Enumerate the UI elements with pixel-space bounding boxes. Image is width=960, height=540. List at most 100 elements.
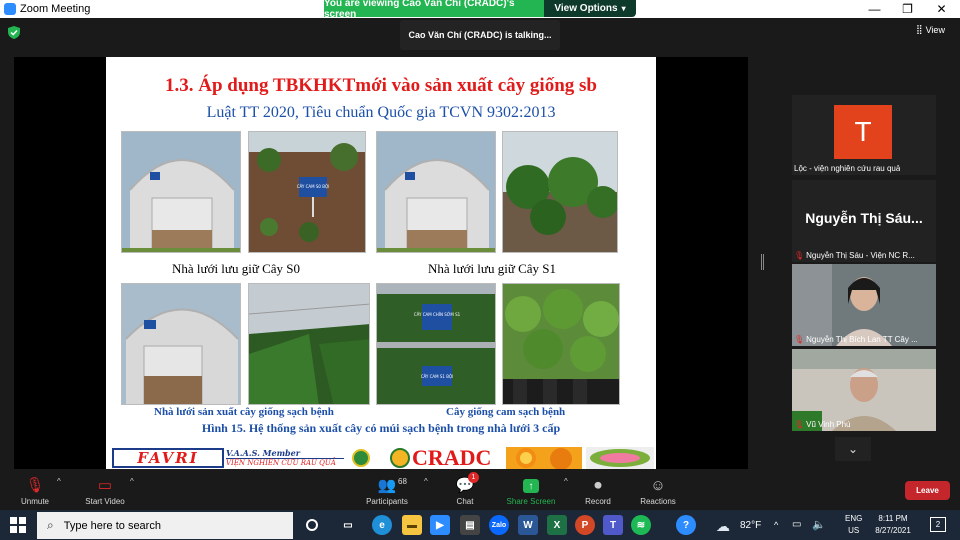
caption-s0: Nhà lưới lưu giữ Cây S0 <box>172 261 301 276</box>
greenhouse-photo-s1 <box>376 131 496 253</box>
security-shield-icon[interactable] <box>8 26 20 39</box>
app-window-icon[interactable]: ▤ <box>460 515 480 535</box>
view-label: View <box>925 24 945 35</box>
windows-start-icon[interactable] <box>10 517 26 533</box>
favri-logo: FAVRI <box>112 448 224 468</box>
restore-button[interactable]: ❐ <box>891 0 924 18</box>
mic-muted-icon: 🎙 <box>794 251 805 260</box>
participant-video <box>792 264 936 346</box>
citrus-trees-photo-s1 <box>502 131 618 253</box>
seedling-sign-bottom-text: CÂY CAM S1 BỘI <box>421 374 454 379</box>
close-button[interactable]: ✕ <box>925 0 958 18</box>
scroll-down-button[interactable]: ⌄ <box>835 437 871 461</box>
institute-text: VIỆN NGHIÊN CỨU RAU QUẢ <box>226 458 344 467</box>
spotify-icon[interactable]: ≋ <box>631 515 651 535</box>
seedling-rows-photo <box>248 283 370 405</box>
participant-video <box>792 349 936 431</box>
participant-tile[interactable]: Nguyễn Thị Sáu... 🎙 Nguyễn Thị Sáu - Viện… <box>792 180 936 262</box>
participant-name: 🎙 Vũ Vinh Phú <box>794 420 851 429</box>
participant-display-name: Nguyễn Thị Sáu... <box>805 210 923 226</box>
active-speaker-indicator: Cao Văn Chí (CRADC) is talking... <box>400 20 560 50</box>
file-explorer-icon[interactable]: ▬ <box>402 515 422 535</box>
grid-icon: ⣿ <box>916 24 923 34</box>
participant-name: 🎙 Nguyễn Thị Bích Lan TT Cây ... <box>794 335 918 344</box>
panel-resize-handle[interactable] <box>761 254 764 270</box>
taskbar-search-box[interactable]: ⌕ Type here to search <box>37 512 293 539</box>
greenhouse-photo-s0 <box>121 131 241 253</box>
leave-button[interactable]: Leave <box>905 481 950 500</box>
slide-subtitle: Luật TT 2020, Tiêu chuẩn Quốc gia TCVN 9… <box>206 104 556 121</box>
audio-options-caret-icon[interactable]: ^ <box>57 477 61 486</box>
chevron-down-icon: ⌄ <box>847 442 859 456</box>
record-icon: ⏺ <box>594 477 602 494</box>
video-off-icon: ▭ <box>97 477 113 494</box>
participant-tile[interactable]: T Lộc - viện nghiên cứu rau quả <box>792 95 936 175</box>
search-placeholder: Type here to search <box>63 519 161 532</box>
reactions-button[interactable]: ☺ Reactions <box>623 469 693 510</box>
network-icon[interactable]: ▭ <box>792 519 801 530</box>
seedling-sign-top-text: CÂY CAM CHÍN SỚM S1 <box>414 312 461 317</box>
greenhouse-photo-nursery <box>121 283 241 405</box>
search-icon: ⌕ <box>47 518 54 532</box>
show-hidden-icons-chevron-icon[interactable]: ^ <box>774 520 778 530</box>
presentation-slide: 1.3. Áp dụng TBKHKTmới vào sản xuất cây … <box>106 57 656 469</box>
cradc-logo-text: CRADC <box>412 445 492 470</box>
participant-name: 🎙 Nguyễn Thị Sáu - Viện NC R... <box>794 251 915 260</box>
edge-browser-icon[interactable]: e <box>372 515 392 535</box>
meeting-toolbar: 🎙 Unmute ^ ▭ Start Video ^ 👥 Participant… <box>0 469 960 510</box>
zoom-taskbar-icon[interactable]: ▶ <box>430 515 450 535</box>
view-button[interactable]: ⣿ View <box>916 24 945 35</box>
plant-sign-text: CÂY CAM S0 BỘI <box>297 184 330 189</box>
seedling-beds-photo: CÂY CAM CHÍN SỚM S1 CÂY CAM S1 BỘI <box>376 283 496 405</box>
orange-fruit-image <box>506 447 582 469</box>
unmute-button[interactable]: 🎙 Unmute <box>0 469 70 510</box>
teams-icon[interactable]: T <box>603 515 623 535</box>
participant-video-tile[interactable]: 🎙 Nguyễn Thị Bích Lan TT Cây ... <box>792 264 936 346</box>
view-options-button[interactable]: View Options ▾ <box>544 0 636 17</box>
taskbar-clock[interactable]: 8:11 PM 8/27/2021 <box>869 513 917 537</box>
share-screen-button[interactable]: ↑ Share Screen <box>496 469 566 510</box>
plant-pots-photo-s0: CÂY CAM S0 BỘI <box>248 131 366 253</box>
window-title: Zoom Meeting <box>20 3 91 15</box>
caption-nursery: Nhà lưới sản xuất cây giống sạch bệnh <box>154 406 334 418</box>
zoom-app-icon <box>4 3 16 15</box>
chat-unread-badge: 1 <box>468 472 479 483</box>
participant-avatar: T <box>834 105 892 159</box>
participants-options-caret-icon[interactable]: ^ <box>424 477 428 486</box>
pomelo-fruit-image <box>586 447 654 469</box>
cortana-icon[interactable] <box>302 515 322 535</box>
powerpoint-icon[interactable]: P <box>575 515 595 535</box>
slide-title: 1.3. Áp dụng TBKHKTmới vào sản xuất cây … <box>165 75 597 96</box>
caption-seedling: Cây giống cam sạch bệnh <box>446 406 566 418</box>
participant-video-tile[interactable]: 🎙 Vũ Vinh Phú <box>792 349 936 431</box>
chevron-down-icon: ▾ <box>621 4 626 13</box>
video-options-caret-icon[interactable]: ^ <box>130 477 134 486</box>
input-language-indicator[interactable]: ENG US <box>845 513 862 537</box>
cradc-emblem-icon <box>390 448 410 468</box>
help-icon[interactable]: ? <box>676 515 696 535</box>
task-view-icon[interactable]: ▭ <box>338 515 358 535</box>
share-screen-icon: ↑ <box>523 479 539 493</box>
start-video-button[interactable]: ▭ Start Video <box>70 469 140 510</box>
word-icon[interactable]: W <box>518 515 538 535</box>
volume-icon[interactable]: 🔈 <box>812 518 826 531</box>
excel-icon[interactable]: X <box>547 515 567 535</box>
mic-muted-icon: 🎙 <box>794 420 805 429</box>
reactions-icon: ☺ <box>650 477 666 494</box>
minimize-button[interactable]: — <box>858 0 891 18</box>
mic-muted-icon: 🎙 <box>25 477 45 494</box>
mic-muted-icon: 🎙 <box>794 335 805 344</box>
favri-logo-text: FAVRI <box>137 449 199 467</box>
notification-center-icon[interactable]: 2 <box>930 517 946 532</box>
weather-temperature[interactable]: 82°F <box>740 520 761 531</box>
chat-button[interactable]: 💬 Chat <box>430 469 500 510</box>
figure-caption: Hình 15. Hệ thống sản xuất cây có múi sạ… <box>201 421 561 435</box>
view-options-label: View Options <box>554 3 618 14</box>
participants-button[interactable]: 👥 Participants <box>352 469 422 510</box>
participants-icon: 👥 <box>377 477 397 494</box>
participants-count: 68 <box>398 477 407 486</box>
zalo-icon[interactable]: Zalo <box>489 515 509 535</box>
caption-s1: Nhà lưới lưu giữ Cây S1 <box>428 261 557 276</box>
weather-cloud-icon: ☁ <box>716 518 730 534</box>
vaas-text: V.A.A.S. Member <box>226 448 300 458</box>
